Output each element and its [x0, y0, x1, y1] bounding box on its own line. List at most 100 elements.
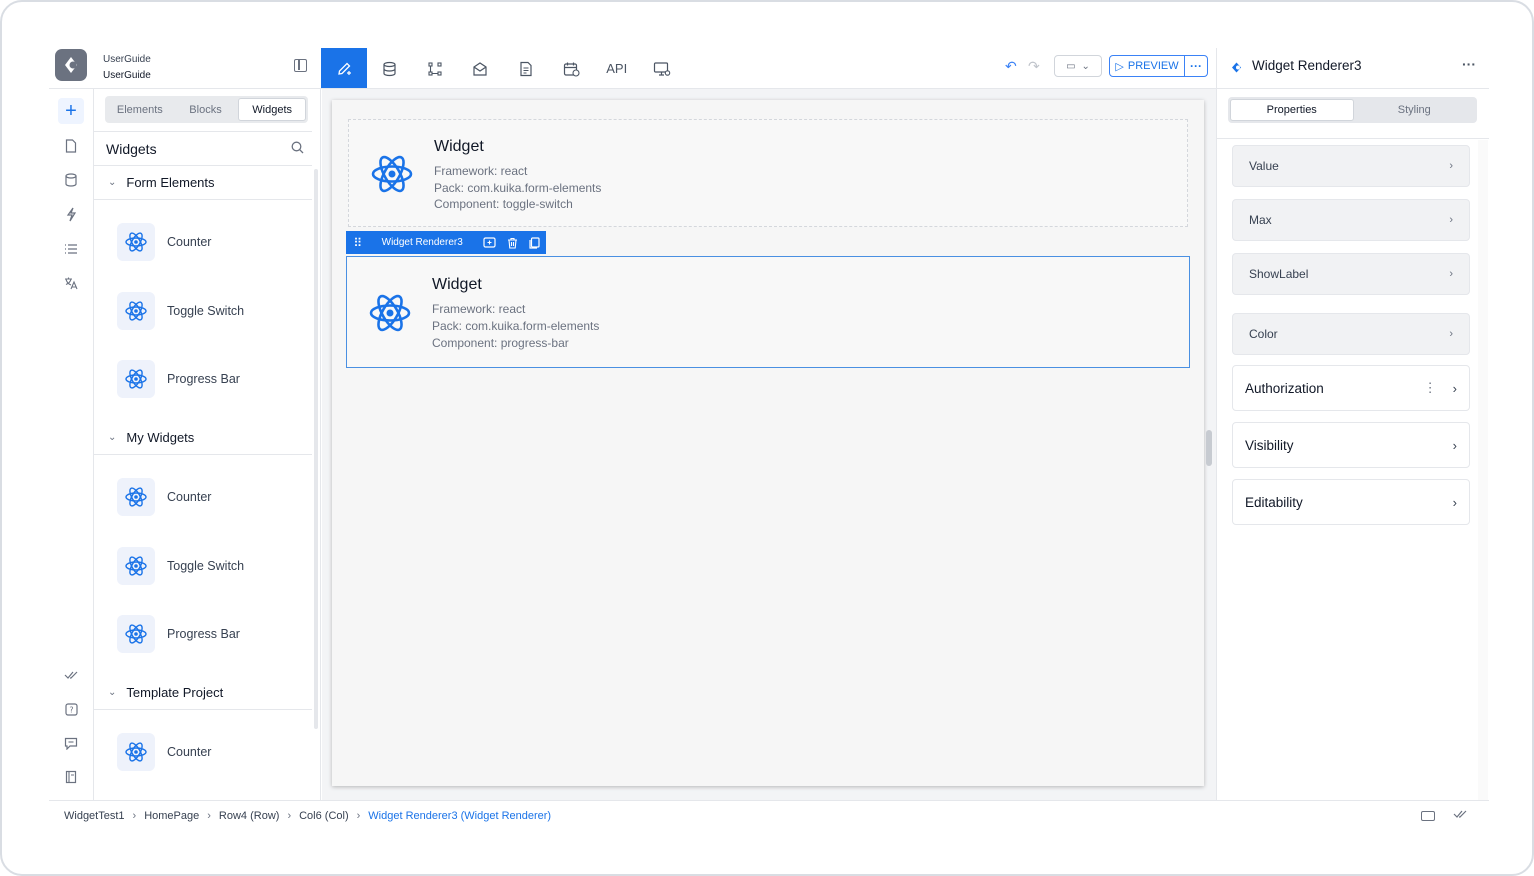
chevron-right-icon: › — [1452, 437, 1457, 453]
lightning-icon[interactable] — [58, 201, 84, 227]
translate-icon[interactable] — [58, 270, 84, 296]
tab-styling[interactable]: Styling — [1354, 99, 1476, 121]
chevron-right-icon: › — [1452, 494, 1457, 510]
react-icon — [117, 292, 155, 330]
add-box-icon[interactable] — [478, 237, 501, 248]
section-authorization[interactable]: Authorization ⋮ › — [1232, 365, 1470, 411]
more-icon[interactable]: ··· — [1462, 56, 1476, 72]
breadcrumb-item[interactable]: HomePage — [144, 810, 199, 822]
widget-item-counter[interactable]: Counter — [117, 733, 211, 771]
section-editability[interactable]: Editability › — [1232, 479, 1470, 525]
react-icon — [117, 733, 155, 771]
react-icon — [117, 223, 155, 261]
widget-label: Counter — [167, 745, 212, 759]
property-showlabel[interactable]: ShowLabel › — [1232, 253, 1470, 295]
drag-handle-icon[interactable]: ⠿ — [346, 236, 370, 250]
keyboard-icon[interactable] — [1421, 811, 1435, 821]
widget-item-progress-bar[interactable]: Progress Bar — [117, 360, 240, 398]
widget-title: Widget — [432, 276, 482, 293]
breadcrumb-item[interactable]: WidgetTest1 — [64, 810, 125, 822]
react-icon — [117, 478, 155, 516]
trash-icon[interactable] — [501, 237, 524, 249]
breadcrumb-item[interactable]: Col6 (Col) — [299, 810, 349, 822]
tab-elements[interactable]: Elements — [107, 98, 173, 121]
preview-label: PREVIEW — [1127, 60, 1179, 72]
property-value[interactable]: Value › — [1232, 145, 1470, 187]
data-tab[interactable] — [367, 48, 413, 89]
widget-item-counter[interactable]: Counter — [117, 223, 211, 261]
chevron-right-icon: › — [1449, 160, 1453, 172]
selection-label: Widget Renderer3 — [381, 237, 463, 248]
property-max[interactable]: Max › — [1232, 199, 1470, 241]
divider — [94, 199, 312, 200]
widgets-panel: Elements Blocks Widgets Widgets ⌄ Form E… — [94, 89, 321, 801]
page-icon[interactable] — [58, 133, 84, 159]
left-rail: + ? — [49, 89, 94, 801]
more-options-button[interactable]: ··· — [1184, 55, 1208, 77]
property-color[interactable]: Color › — [1232, 313, 1470, 355]
widget-pack: Pack: com.kuika.form-elements — [434, 181, 602, 195]
breadcrumb-item[interactable]: Row4 (Row) — [219, 810, 280, 822]
tab-widgets[interactable]: Widgets — [238, 98, 307, 121]
panel-tabs: Elements Blocks Widgets — [105, 96, 308, 123]
widget-renderer-toggle-switch[interactable]: Widget Framework: react Pack: com.kuika.… — [348, 119, 1188, 227]
widget-item-toggle-switch[interactable]: Toggle Switch — [117, 292, 244, 330]
section-template-project[interactable]: ⌄ Template Project — [108, 685, 223, 700]
widget-label: Progress Bar — [167, 372, 240, 386]
section-visibility[interactable]: Visibility › — [1232, 422, 1470, 468]
preview-button[interactable]: ▷ PREVIEW — [1109, 55, 1185, 77]
chevron-right-icon: › — [1449, 268, 1453, 280]
pencil-icon — [337, 62, 351, 75]
chat-icon[interactable] — [58, 730, 84, 756]
play-icon: ▷ — [1115, 60, 1124, 73]
section-form-elements[interactable]: ⌄ Form Elements — [108, 175, 215, 190]
widget-renderer-progress-bar[interactable]: Widget Framework: react Pack: com.kuika.… — [346, 256, 1190, 368]
design-tab[interactable] — [321, 48, 367, 89]
search-icon[interactable] — [291, 141, 304, 157]
app-settings-tab[interactable] — [640, 48, 686, 89]
scrollbar[interactable] — [1478, 140, 1488, 800]
workflow-tab[interactable] — [412, 48, 458, 89]
property-label: Value — [1249, 159, 1279, 173]
document-tab[interactable] — [503, 48, 549, 89]
undo-icon[interactable]: ↶ — [1005, 58, 1017, 75]
chevron-right-icon: › — [132, 810, 137, 822]
add-icon[interactable]: + — [58, 98, 84, 124]
app-logo[interactable] — [55, 49, 87, 81]
widget-item-toggle-switch[interactable]: Toggle Switch — [117, 547, 244, 585]
widget-item-progress-bar[interactable]: Progress Bar — [117, 615, 240, 653]
widget-item-counter[interactable]: Counter — [117, 478, 211, 516]
database-icon[interactable] — [58, 167, 84, 193]
section-label: Visibility — [1245, 437, 1294, 453]
widget-component: Component: progress-bar — [432, 336, 569, 350]
collapse-panel-icon[interactable] — [294, 59, 307, 72]
resize-handle[interactable] — [1206, 430, 1212, 466]
chevron-down-icon: ⌄ — [1081, 60, 1090, 72]
tab-blocks[interactable]: Blocks — [173, 98, 239, 121]
redo-icon[interactable]: ↷ — [1028, 58, 1040, 75]
section-my-widgets[interactable]: ⌄ My Widgets — [108, 430, 194, 445]
list-icon[interactable] — [58, 236, 84, 262]
copy-icon[interactable] — [523, 236, 546, 249]
schedule-tab[interactable] — [549, 48, 595, 89]
mail-tab[interactable] — [458, 48, 504, 89]
kebab-icon[interactable]: ⋮ — [1424, 380, 1437, 396]
section-label: Authorization — [1245, 380, 1324, 396]
tab-properties[interactable]: Properties — [1230, 99, 1354, 121]
api-tab[interactable]: API — [594, 48, 640, 89]
book-icon[interactable] — [58, 764, 84, 790]
double-check-icon[interactable] — [1453, 808, 1469, 822]
properties-title: Widget Renderer3 — [1252, 58, 1362, 73]
double-check-icon[interactable] — [58, 662, 84, 688]
project-name[interactable]: UserGuide — [103, 70, 151, 81]
help-icon[interactable]: ? — [58, 696, 84, 722]
widget-title: Widget — [434, 138, 484, 155]
breadcrumb-current[interactable]: Widget Renderer3 (Widget Renderer) — [368, 810, 551, 822]
chevron-right-icon: › — [1452, 380, 1457, 396]
section-title: My Widgets — [126, 430, 195, 445]
document-icon — [520, 61, 532, 76]
react-icon — [369, 292, 411, 339]
device-selector[interactable]: ▭ ⌄ — [1054, 55, 1102, 77]
widget-pack: Pack: com.kuika.form-elements — [432, 319, 600, 333]
scrollbar[interactable] — [314, 169, 318, 729]
